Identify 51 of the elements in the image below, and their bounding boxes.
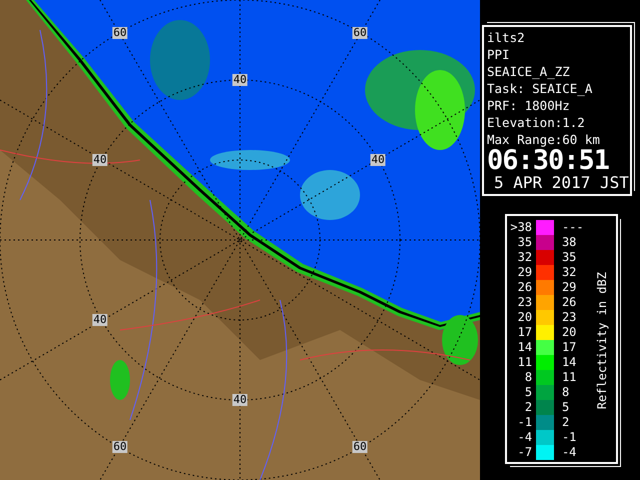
legend-high-value: --- [560, 220, 585, 235]
range-label: 40 [370, 154, 386, 166]
info-line: Max Range:60 km [487, 131, 601, 148]
legend-low-value: 23 [516, 295, 534, 310]
scan-date: 5 APR 2017 JST [493, 174, 630, 192]
legend-high-value: 11 [560, 370, 578, 385]
legend-high-value: 23 [560, 310, 578, 325]
range-label: 60 [112, 27, 128, 39]
range-label: 60 [112, 441, 128, 453]
legend-high-value: 29 [560, 280, 578, 295]
legend-low-value: 5 [524, 385, 534, 400]
range-label: 60 [352, 27, 368, 39]
legend-title: Reflectivity in dBZ [594, 272, 608, 410]
info-line: Task: SEAICE_A [487, 80, 594, 97]
legend-high-value: 20 [560, 325, 578, 340]
legend-low-value: -1 [516, 415, 534, 430]
legend-low-value: -7 [516, 445, 534, 460]
legend-high-value: 8 [560, 385, 570, 400]
range-label: 40 [232, 394, 248, 406]
scan-time: 06:30:51 [487, 148, 610, 174]
range-label: 40 [232, 74, 248, 86]
legend-low-value: 14 [516, 340, 534, 355]
info-line: PPI [487, 46, 511, 63]
legend-low-value: 17 [516, 325, 534, 340]
legend-high-value: 35 [560, 250, 578, 265]
legend-high-value: 5 [560, 400, 570, 415]
legend-low-value: >38 [509, 220, 534, 235]
legend-low-value: 8 [524, 370, 534, 385]
legend-low-value: 35 [516, 235, 534, 250]
info-line: PRF: 1800Hz [487, 97, 571, 114]
legend-low-value: 26 [516, 280, 534, 295]
legend-high-value: 2 [560, 415, 570, 430]
legend-low-value: 20 [516, 310, 534, 325]
range-label: 40 [92, 314, 108, 326]
range-label: 40 [92, 154, 108, 166]
legend-high-value: -1 [560, 430, 578, 445]
legend-high-value: 14 [560, 355, 578, 370]
legend-low-value: 32 [516, 250, 534, 265]
legend-low-value: 29 [516, 265, 534, 280]
legend-high-value: 32 [560, 265, 578, 280]
legend-low-value: 2 [524, 400, 534, 415]
range-label: 60 [352, 441, 368, 453]
legend-high-value: -4 [560, 445, 578, 460]
info-line: Elevation:1.2 [487, 114, 586, 131]
legend-high-value: 38 [560, 235, 578, 250]
info-line: ilts2 [487, 29, 526, 46]
legend-high-value: 17 [560, 340, 578, 355]
legend-low-value: -4 [516, 430, 534, 445]
legend-low-value: 11 [516, 355, 534, 370]
legend-high-value: 26 [560, 295, 578, 310]
info-line: SEAICE_A_ZZ [487, 63, 571, 80]
